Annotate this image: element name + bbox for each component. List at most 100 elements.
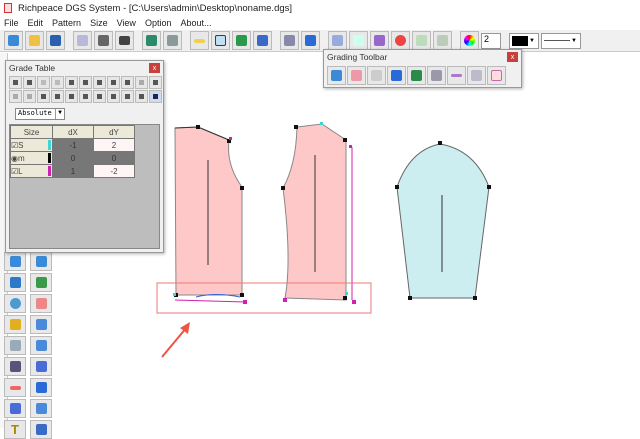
expand-button[interactable] [149, 76, 162, 89]
tool-dart-button[interactable] [30, 294, 52, 313]
grade-curve-button[interactable] [367, 66, 386, 85]
tool-scissors-button[interactable] [4, 357, 26, 376]
menu-edit[interactable]: Edit [28, 18, 44, 28]
grade-v-button[interactable] [79, 76, 92, 89]
align-4-button[interactable] [79, 90, 92, 103]
grade-lines-button[interactable] [349, 31, 368, 50]
align-3-button[interactable] [65, 90, 78, 103]
align-6-button[interactable] [107, 90, 120, 103]
measure-button[interactable] [190, 31, 209, 50]
prev-button[interactable] [9, 90, 22, 103]
piece-fill-button[interactable] [232, 31, 251, 50]
dy-cell[interactable]: -2 [94, 165, 135, 178]
save-button[interactable] [46, 31, 65, 50]
main-toolbar: 2 ▼ ▼ [0, 30, 640, 52]
open-button[interactable] [25, 31, 44, 50]
dx-cell[interactable]: 1 [53, 165, 94, 178]
pattern-view-button[interactable] [211, 31, 230, 50]
grade-xy-button[interactable] [93, 76, 106, 89]
next-button[interactable] [23, 90, 36, 103]
grade-box-button[interactable] [487, 66, 506, 85]
align-9-button[interactable] [149, 90, 162, 103]
tool-select-button[interactable] [4, 336, 26, 355]
tool-curve-button[interactable] [30, 315, 52, 334]
tool-piece-button[interactable] [30, 336, 52, 355]
tool-seam-button[interactable] [4, 378, 26, 397]
redo-button[interactable] [163, 31, 182, 50]
grade-shift-button[interactable] [387, 66, 406, 85]
dy-cell[interactable]: 0 [94, 152, 135, 165]
copy-y-button[interactable] [51, 76, 64, 89]
table-row[interactable]: ☑S-12 [11, 139, 135, 152]
grade-fill-button[interactable] [407, 66, 426, 85]
mode-value: Absolute [18, 109, 52, 119]
grade-rule-button[interactable] [391, 31, 410, 50]
tool-stack-button[interactable] [30, 357, 52, 376]
chevron-down-icon: ▼ [570, 38, 578, 44]
table-button[interactable] [121, 76, 134, 89]
network-button[interactable] [301, 31, 320, 50]
align-7-button[interactable] [121, 90, 134, 103]
grade-point-button[interactable] [327, 66, 346, 85]
radio[interactable]: ◉ [11, 154, 18, 163]
grade-copy-button[interactable] [467, 66, 486, 85]
new-file-button[interactable] [4, 31, 23, 50]
dy-cell[interactable]: 2 [94, 139, 135, 152]
menu-bar: File Edit Pattern Size View Option About… [0, 16, 640, 30]
tool-split-button[interactable] [30, 273, 52, 292]
table-row[interactable]: ◉m00 [11, 152, 135, 165]
paste-grade-button[interactable] [23, 76, 36, 89]
undo-button[interactable] [142, 31, 161, 50]
camera-button[interactable] [94, 31, 113, 50]
menu-view[interactable]: View [117, 18, 136, 28]
size-color-swatch [48, 140, 51, 150]
close-icon[interactable]: x [149, 63, 160, 73]
grade-h-button[interactable] [65, 76, 78, 89]
mode-select[interactable]: Absolute▼ [15, 108, 65, 120]
tool-pleat-button[interactable] [30, 378, 52, 397]
tool-text-button[interactable]: T [4, 420, 26, 439]
tool-ruler-button[interactable] [4, 252, 26, 271]
menu-pattern[interactable]: Pattern [52, 18, 81, 28]
grade-distribute-button[interactable] [447, 66, 466, 85]
digitizer-button[interactable] [73, 31, 92, 50]
grade-points-button[interactable] [328, 31, 347, 50]
plotter-button[interactable] [115, 31, 134, 50]
header-size: Size [11, 126, 53, 139]
grid-button[interactable] [370, 31, 389, 50]
color-wheel-button[interactable] [460, 31, 479, 50]
menu-file[interactable]: File [4, 18, 19, 28]
tool-stripe-button[interactable] [4, 399, 26, 418]
curve-button[interactable] [412, 31, 431, 50]
copy-grade-button[interactable] [9, 76, 22, 89]
align-5-button[interactable] [93, 90, 106, 103]
tool-tape-button[interactable] [4, 315, 26, 334]
tool-spiral-button[interactable] [4, 294, 26, 313]
menu-about[interactable]: About... [180, 18, 211, 28]
grade-align-button[interactable] [427, 66, 446, 85]
list-button[interactable] [135, 76, 148, 89]
fabric-button[interactable] [253, 31, 272, 50]
copy-x-button[interactable] [37, 76, 50, 89]
dx-cell[interactable]: 0 [53, 152, 94, 165]
align-1-button[interactable] [37, 90, 50, 103]
chevron-down-icon: ▼ [528, 38, 536, 44]
line-width-input[interactable]: 2 [481, 33, 501, 49]
align-8-button[interactable] [135, 90, 148, 103]
brush-button[interactable] [280, 31, 299, 50]
menu-option[interactable]: Option [145, 18, 172, 28]
close-icon[interactable]: x [507, 52, 518, 62]
tool-fold-button[interactable] [4, 273, 26, 292]
dx-cell[interactable]: -1 [53, 139, 94, 152]
notch-button[interactable] [433, 31, 452, 50]
color-select[interactable]: ▼ [509, 33, 539, 49]
align-2-button[interactable] [51, 90, 64, 103]
grade-piece-button[interactable] [347, 66, 366, 85]
line-style-select[interactable]: ▼ [541, 33, 581, 49]
table-row[interactable]: ☑L1-2 [11, 165, 135, 178]
tool-notch-button[interactable] [30, 399, 52, 418]
tool-rotate-button[interactable] [30, 252, 52, 271]
s-l-button[interactable] [107, 76, 120, 89]
menu-size[interactable]: Size [90, 18, 108, 28]
tool-hem-button[interactable] [30, 420, 52, 439]
